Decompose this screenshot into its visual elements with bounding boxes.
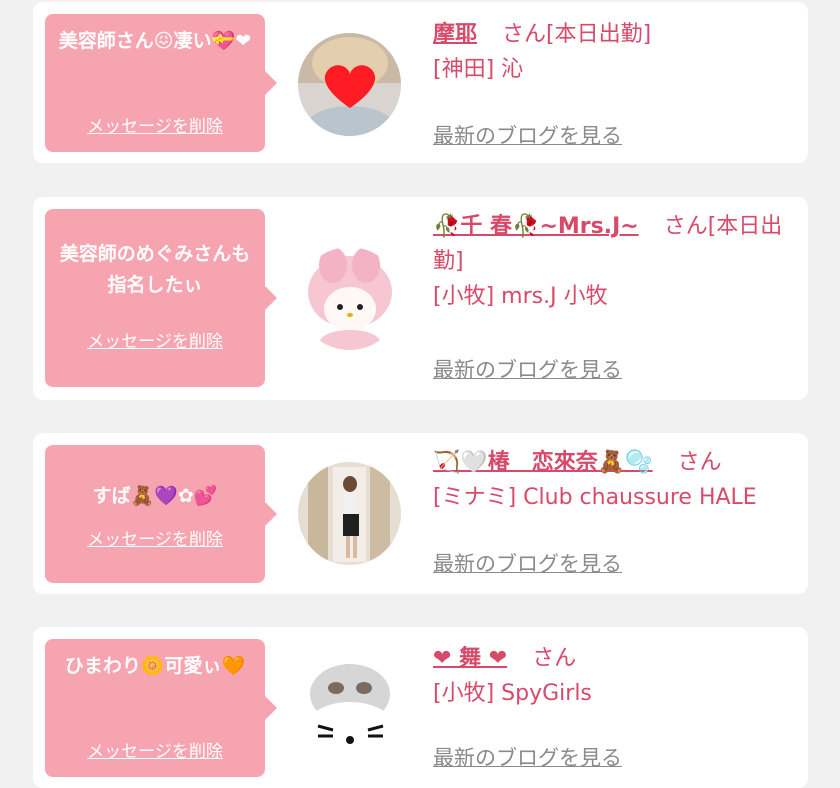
shop-name: [小牧] SpyGirls — [433, 681, 592, 706]
cast-name-link[interactable]: 🥀千 春🥀~Mrs.J~ — [433, 214, 639, 239]
shop-name: [ミナミ] Club chaussure HALE — [433, 485, 757, 510]
cast-name-link[interactable]: 🏹🤍椿 恋來奈🧸🫧 — [433, 450, 653, 475]
blog-link[interactable]: 最新のブログを見る — [433, 742, 622, 772]
cast-info: 摩耶 さん[本日出勤] [神田] 沁 — [433, 17, 793, 87]
message-text: 美容師のめぐみさんも指名したぃ — [59, 243, 251, 296]
cast-info: ❤ 舞 ❤ さん [小牧] SpyGirls — [433, 641, 793, 711]
cast-info: 🏹🤍椿 恋來奈🧸🫧 さん [ミナミ] Club chaussure HALE — [433, 445, 793, 515]
delete-message-link[interactable]: メッセージを削除 — [45, 525, 265, 550]
delete-message-link[interactable]: メッセージを削除 — [45, 737, 265, 762]
blog-link[interactable]: 最新のブログを見る — [433, 354, 622, 384]
shop-name: [小牧] mrs.J 小牧 — [433, 284, 608, 309]
message-bubble: 美容師さん😖凄い💝❤ メッセージを削除 — [45, 14, 277, 152]
cast-info: 🥀千 春🥀~Mrs.J~ さん[本日出勤] [小牧] mrs.J 小牧 — [433, 209, 793, 314]
avatar[interactable] — [298, 462, 401, 565]
message-card: すば🧸💜✿💕 メッセージを削除 🏹🤍椿 恋來奈🧸🫧 さん [ミナミ] Club … — [33, 433, 808, 594]
avatar[interactable] — [298, 33, 401, 136]
message-card: 美容師のめぐみさんも指名したぃ メッセージを削除 🥀千 春🥀~Mrs.J~ さん… — [33, 197, 808, 400]
message-bubble: ひまわり🌼可愛ぃ🧡 メッセージを削除 — [45, 639, 277, 777]
cast-suffix: さん — [677, 450, 722, 475]
message-card: 美容師さん😖凄い💝❤ メッセージを削除 摩耶 さん[本日出勤] [神田] 沁 最… — [33, 2, 808, 163]
delete-message-link[interactable]: メッセージを削除 — [45, 327, 265, 352]
message-text: すば🧸💜✿💕 — [92, 485, 218, 507]
avatar[interactable] — [298, 247, 401, 350]
cast-suffix: さん[本日出勤] — [502, 22, 652, 47]
message-card: ひまわり🌼可愛ぃ🧡 メッセージを削除 ❤ 舞 ❤ さん [小牧] SpyGirl… — [33, 627, 808, 788]
blog-link[interactable]: 最新のブログを見る — [433, 120, 622, 150]
message-text: 美容師さん😖凄い💝❤ — [58, 30, 252, 52]
delete-message-link[interactable]: メッセージを削除 — [45, 112, 265, 137]
cast-name-link[interactable]: ❤ 舞 ❤ — [433, 646, 507, 671]
cast-suffix: さん — [532, 646, 577, 671]
message-text: ひまわり🌼可愛ぃ🧡 — [64, 655, 246, 677]
shop-name: [神田] 沁 — [433, 57, 524, 82]
blog-link[interactable]: 最新のブログを見る — [433, 548, 622, 578]
message-bubble: 美容師のめぐみさんも指名したぃ メッセージを削除 — [45, 209, 277, 387]
message-bubble: すば🧸💜✿💕 メッセージを削除 — [45, 445, 277, 583]
avatar[interactable] — [298, 656, 401, 759]
cast-name-link[interactable]: 摩耶 — [433, 22, 477, 47]
